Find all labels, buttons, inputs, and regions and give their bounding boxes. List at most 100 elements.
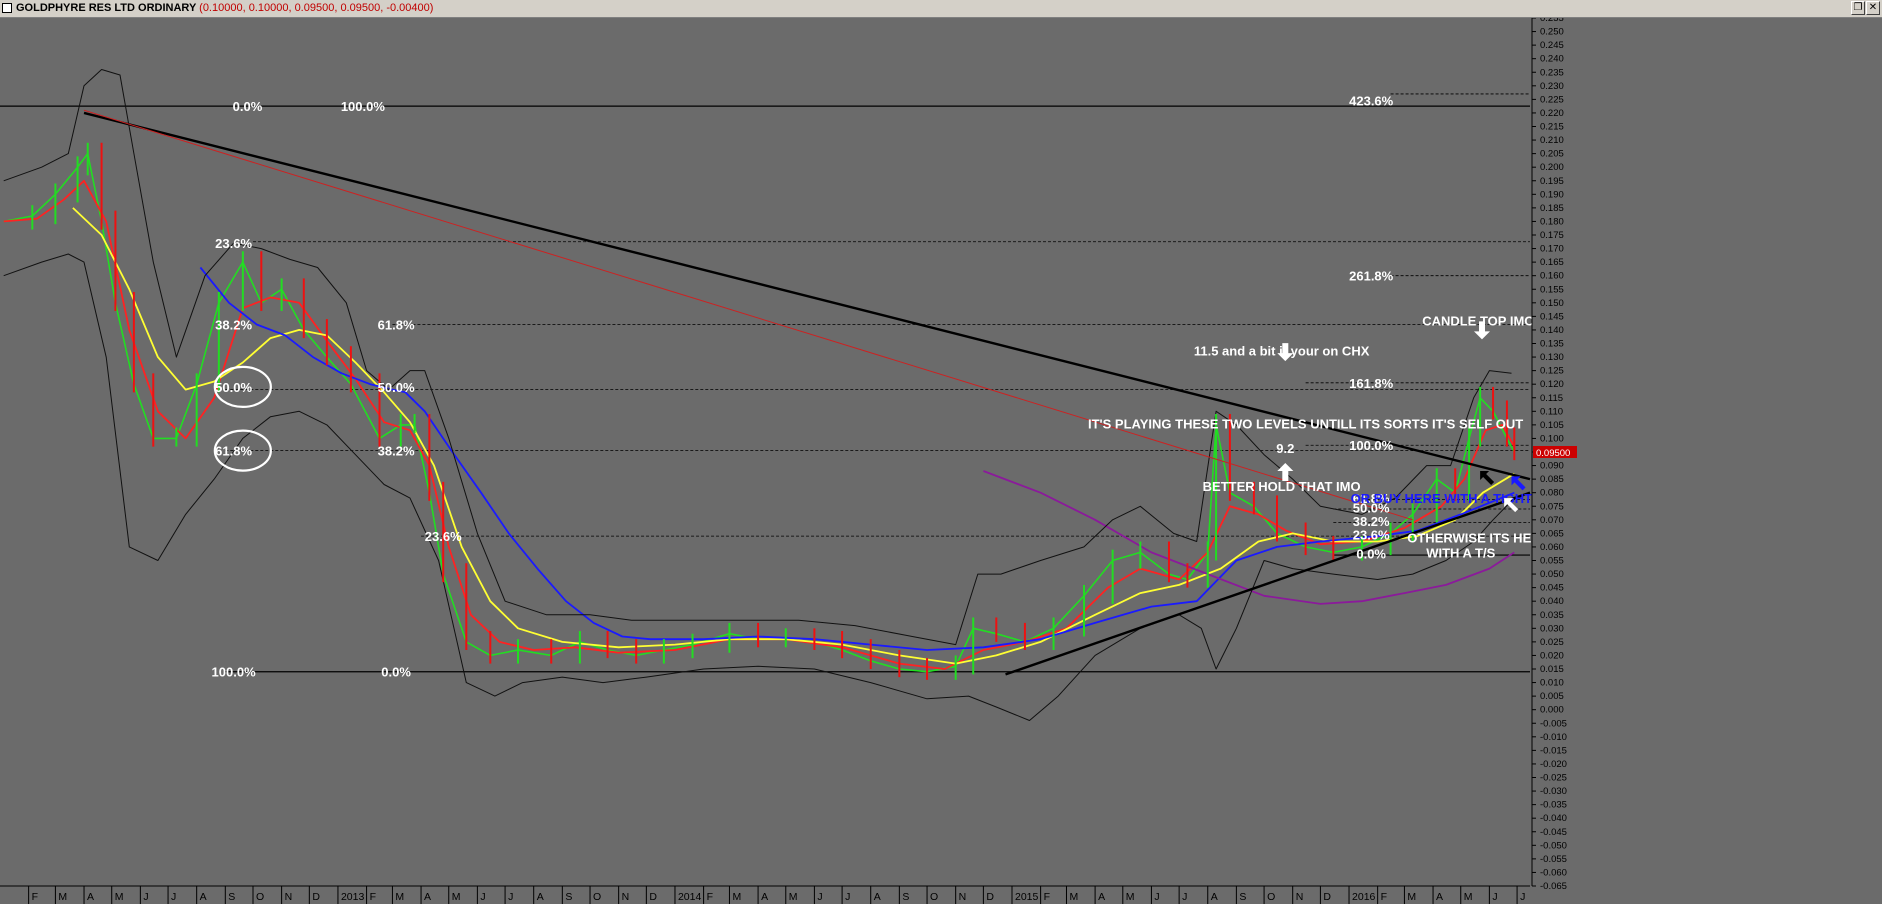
y-tick-label: 0.070 <box>1540 515 1564 526</box>
annotation-label: 61.8% <box>215 444 252 459</box>
window-menu-icon[interactable] <box>2 3 12 13</box>
y-tick-label: 0.130 <box>1540 352 1564 363</box>
y-tick-label: -0.035 <box>1540 800 1567 811</box>
x-tick-label: 2013 <box>341 891 365 903</box>
x-tick-label: A <box>874 891 881 903</box>
y-tick-label: 0.195 <box>1540 176 1564 187</box>
x-tick-label: M <box>395 891 404 903</box>
annotation-label: 23.6% <box>215 236 252 251</box>
y-tick-label: 0.005 <box>1540 691 1564 702</box>
x-tick-label: J <box>1492 891 1497 903</box>
y-tick-label: -0.005 <box>1540 718 1567 729</box>
annotation-label: WITH A T/S <box>1426 545 1495 560</box>
annotation-label: 61.8% <box>378 318 415 333</box>
x-tick-label: M <box>1464 891 1473 903</box>
x-tick-label: A <box>87 891 94 903</box>
y-tick-label: 0.200 <box>1540 162 1564 173</box>
x-tick-label: 2016 <box>1352 891 1376 903</box>
x-tick-label: M <box>1069 891 1078 903</box>
y-tick-label: -0.020 <box>1540 759 1567 770</box>
x-tick-label: A <box>761 891 768 903</box>
x-tick-label: J <box>1154 891 1159 903</box>
y-tick-label: 0.100 <box>1540 433 1564 444</box>
y-tick-label: 0.155 <box>1540 284 1564 295</box>
y-tick-label: 0.135 <box>1540 339 1564 350</box>
x-tick-label: D <box>986 891 994 903</box>
price-chart[interactable]: 0.0% 100.0% 423.6% 23.6% 261.8% 38.2% 61.8% CAN… <box>0 18 1882 904</box>
y-tick-label: 0.040 <box>1540 596 1564 607</box>
x-tick-label: M <box>58 891 67 903</box>
window-titlebar: GOLDPHYRE RES LTD ORDINARY (0.10000, 0.1… <box>0 0 1882 18</box>
y-tick-label: -0.040 <box>1540 813 1567 824</box>
x-tick-label: J <box>171 891 176 903</box>
y-tick-label: 0.115 <box>1540 393 1563 404</box>
y-axis[interactable]: 0.255 0.250 0.245 0.240 0.235 0.230 0.225 0.220… <box>1531 18 1882 892</box>
x-tick-label: F <box>32 891 38 903</box>
x-tick-label: D <box>649 891 657 903</box>
y-tick-label: 0.225 <box>1540 94 1564 105</box>
y-tick-label: 0.140 <box>1540 325 1564 336</box>
y-tick-label: 0.145 <box>1540 311 1564 322</box>
x-tick-label: 2014 <box>678 891 702 903</box>
x-tick-label: J <box>1520 891 1525 903</box>
x-tick-label: M <box>452 891 461 903</box>
y-tick-label: -0.060 <box>1540 867 1567 878</box>
annotation-label: 100.0% <box>1349 438 1394 453</box>
x-tick-label: N <box>285 891 293 903</box>
annotation-label: CANDLE TOP IMO <box>1422 313 1534 328</box>
y-tick-label: 0.190 <box>1540 189 1564 200</box>
annotation-label: 23.6% <box>425 529 462 544</box>
y-tick-label: 0.245 <box>1540 40 1564 51</box>
ohlc-readout: (0.10000, 0.10000, 0.09500, 0.09500, -0.… <box>199 2 434 14</box>
y-tick-label: 0.010 <box>1540 678 1564 689</box>
x-tick-label: J <box>817 891 822 903</box>
annotation-label: 161.8% <box>1349 376 1394 391</box>
annotation-label: 9.2 <box>1276 441 1294 456</box>
y-tick-label: 0.055 <box>1540 556 1564 567</box>
annotation-label: 38.2% <box>378 444 415 459</box>
annotation-label: 423.6% <box>1349 94 1394 109</box>
annotation-label: 50.0% <box>215 380 252 395</box>
x-tick-label: A <box>1436 891 1443 903</box>
y-tick-label: 0.110 <box>1540 406 1563 417</box>
y-tick-label: 0.025 <box>1540 637 1564 648</box>
x-tick-label: D <box>1323 891 1331 903</box>
x-tick-label: S <box>565 891 572 903</box>
chart-title: GOLDPHYRE RES LTD ORDINARY (0.10000, 0.1… <box>16 2 434 14</box>
y-tick-label: -0.015 <box>1540 745 1567 756</box>
y-tick-label: 0.160 <box>1540 271 1564 282</box>
annotation-label: 23.6% <box>1353 528 1390 543</box>
restore-button[interactable]: ❐ <box>1851 1 1865 15</box>
y-tick-label: 0.170 <box>1540 244 1564 255</box>
y-tick-label: 0.060 <box>1540 542 1564 553</box>
x-tick-label: M <box>1407 891 1416 903</box>
x-tick-label: O <box>593 891 601 903</box>
y-tick-label: -0.045 <box>1540 827 1567 838</box>
y-tick-label: 0.240 <box>1540 54 1564 65</box>
annotation-label: 50.0% <box>378 380 415 395</box>
y-tick-label: 0.175 <box>1540 230 1564 241</box>
y-tick-label: 0.220 <box>1540 108 1564 119</box>
x-tick-label: M <box>1126 891 1135 903</box>
y-tick-label: 0.065 <box>1540 528 1564 539</box>
x-tick-label: J <box>845 891 850 903</box>
y-tick-label: -0.025 <box>1540 773 1567 784</box>
x-tick-label: F <box>1044 891 1050 903</box>
y-tick-label: 0.230 <box>1540 81 1564 92</box>
y-tick-label: 0.050 <box>1540 569 1564 580</box>
y-tick-label: 0.035 <box>1540 610 1564 621</box>
x-tick-label: J <box>508 891 513 903</box>
y-tick-label: -0.050 <box>1540 840 1567 851</box>
close-button[interactable]: ✕ <box>1866 1 1880 15</box>
y-tick-label: 0.045 <box>1540 583 1564 594</box>
annotation-label: 0.0% <box>233 99 263 114</box>
y-tick-label: -0.065 <box>1540 881 1567 892</box>
y-tick-label: 0.090 <box>1540 461 1564 472</box>
y-tick-label: 0.250 <box>1540 27 1564 38</box>
x-tick-label: M <box>115 891 124 903</box>
x-tick-label: D <box>312 891 320 903</box>
y-tick-label: -0.030 <box>1540 786 1567 797</box>
y-tick-label: 0.120 <box>1540 379 1564 390</box>
y-tick-label: 0.205 <box>1540 149 1564 160</box>
y-tick-label: 0.020 <box>1540 650 1564 661</box>
